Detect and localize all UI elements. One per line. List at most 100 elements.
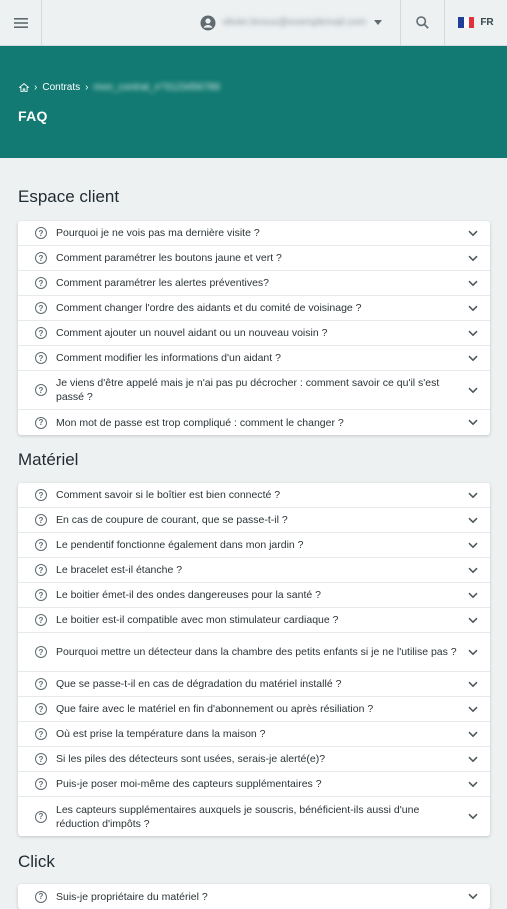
question-circle-icon: ? <box>35 302 47 314</box>
chevron-down-icon[interactable] <box>468 330 478 337</box>
chevron-down-icon <box>374 20 382 25</box>
faq-question: Puis-je poser moi-même des capteurs supp… <box>56 778 322 790</box>
chevron-down-icon[interactable] <box>468 617 478 624</box>
faq-item[interactable]: ? Si les piles des détecteurs sont usées,… <box>18 747 490 772</box>
faq-item[interactable]: ? Je viens d'être appelé mais je n'ai pas… <box>18 371 490 410</box>
chevron-down-icon[interactable] <box>468 492 478 499</box>
chevron-down-icon[interactable] <box>468 706 478 713</box>
faq-question: Les capteurs supplémentaires auxquels je… <box>56 803 420 830</box>
menu-button[interactable] <box>0 0 42 45</box>
question-circle-icon: ? <box>35 614 47 626</box>
chevron-down-icon[interactable] <box>468 813 478 820</box>
faq-item[interactable]: ? Le boitier est-il compatible avec mon s… <box>18 608 490 633</box>
faq-item[interactable]: ? Le pendentif fonctionne également dans … <box>18 533 490 558</box>
section-title: Matériel <box>18 450 79 469</box>
chevron-down-icon[interactable] <box>468 280 478 287</box>
france-flag-icon <box>458 17 475 28</box>
chevron-down-icon[interactable] <box>468 255 478 262</box>
page-title: FAQ <box>18 108 48 124</box>
chevron-down-icon[interactable] <box>468 230 478 237</box>
home-icon[interactable] <box>19 83 29 92</box>
chevron-down-icon[interactable] <box>468 731 478 738</box>
chevron-down-icon[interactable] <box>468 305 478 312</box>
chevron-down-icon[interactable] <box>468 592 478 599</box>
question-circle-icon: ? <box>35 753 47 765</box>
chevron-down-icon[interactable] <box>468 781 478 788</box>
faq-question: Le boitier émet-il des ondes dangereuses… <box>56 589 322 601</box>
faq-item[interactable]: ? Comment paramétrer les boutons jaune et… <box>18 246 490 271</box>
page-header: › Contrats › mon_contrat_n°0123456789 FA… <box>0 46 507 158</box>
question-circle-icon: ? <box>35 810 47 823</box>
chevron-down-icon[interactable] <box>468 756 478 763</box>
faq-list: ? Suis-je propriétaire du matériel ? <box>18 884 490 909</box>
account-email: olivier.leroux@exemplemail.com <box>222 17 366 28</box>
question-circle-icon: ? <box>35 778 47 790</box>
faq-question: Pourquoi mettre un détecteur dans la cha… <box>56 646 457 658</box>
question-circle-icon: ? <box>35 489 47 501</box>
faq-item[interactable]: ? Puis-je poser moi-même des capteurs sup… <box>18 772 490 797</box>
faq-question: Comment modifier les informations d'un a… <box>56 352 281 364</box>
faq-item[interactable]: ? Les capteurs supplémentaires auxquels j… <box>18 797 490 836</box>
section-title: Espace client <box>18 187 120 206</box>
breadcrumb-contracts[interactable]: Contrats <box>42 82 80 93</box>
question-circle-icon: ? <box>35 384 47 396</box>
hamburger-icon <box>13 17 28 28</box>
chevron-down-icon[interactable] <box>468 649 478 656</box>
faq-item[interactable]: ? Le bracelet est-il étanche ? <box>18 558 490 583</box>
chevron-down-icon[interactable] <box>468 681 478 688</box>
faq-list: ? Pourquoi je ne vois pas ma dernière vis… <box>18 221 490 435</box>
faq-question: Le boitier est-il compatible avec mon st… <box>56 614 339 626</box>
faq-item[interactable]: ? En cas de coupure de courant, que se pa… <box>18 508 490 533</box>
question-circle-icon: ? <box>35 890 47 903</box>
question-circle-icon: ? <box>35 227 47 239</box>
faq-item[interactable]: ? Mon mot de passe est trop compliqué : c… <box>18 410 490 435</box>
faq-list: ? Comment savoir si le boîtier est bien c… <box>18 483 490 836</box>
faq-question: Pourquoi je ne vois pas ma dernière visi… <box>56 227 260 239</box>
question-circle-icon: ? <box>35 589 47 601</box>
faq-question: Comment savoir si le boîtier est bien co… <box>56 489 281 501</box>
question-circle-icon: ? <box>35 539 47 551</box>
faq-question: Je viens d'être appelé mais je n'ai pas … <box>56 377 440 403</box>
top-bar: olivier.leroux@exemplemail.com FR <box>0 0 507 46</box>
account-menu[interactable]: olivier.leroux@exemplemail.com <box>190 0 401 45</box>
question-circle-icon: ? <box>35 646 47 658</box>
breadcrumb: › Contrats › mon_contrat_n°0123456789 <box>19 82 220 93</box>
faq-item[interactable]: ? Le boitier émet-il des ondes dangereuse… <box>18 583 490 608</box>
search-icon <box>416 16 429 29</box>
question-circle-icon: ? <box>35 728 47 740</box>
language-selector[interactable]: FR <box>445 0 507 45</box>
faq-question: Comment ajouter un nouvel aidant ou un n… <box>56 327 328 339</box>
chevron-down-icon[interactable] <box>468 893 478 900</box>
faq-item[interactable]: ? Comment ajouter un nouvel aidant ou un … <box>18 321 490 346</box>
question-circle-icon: ? <box>35 514 47 526</box>
faq-item[interactable]: ? Comment paramétrer les alertes préventi… <box>18 271 490 296</box>
faq-item[interactable]: ? Que faire avec le matériel en fin d'abo… <box>18 697 490 722</box>
chevron-down-icon[interactable] <box>468 387 478 394</box>
faq-question: Suis-je propriétaire du matériel ? <box>56 890 208 903</box>
faq-question: Le bracelet est-il étanche ? <box>56 564 183 576</box>
faq-item[interactable]: ? Comment savoir si le boîtier est bien c… <box>18 483 490 508</box>
faq-item[interactable]: ? Pourquoi je ne vois pas ma dernière vis… <box>18 221 490 246</box>
chevron-down-icon[interactable] <box>468 542 478 549</box>
faq-question: Comment paramétrer les alertes préventiv… <box>56 277 270 289</box>
faq-question: Que se passe-t-il en cas de dégradation … <box>56 678 342 690</box>
breadcrumb-contract[interactable]: mon_contrat_n°0123456789 <box>93 82 219 93</box>
search-button[interactable] <box>401 0 445 45</box>
faq-item[interactable]: ? Comment changer l'ordre des aidants et … <box>18 296 490 321</box>
language-label: FR <box>480 17 494 28</box>
faq-item[interactable]: ? Suis-je propriétaire du matériel ? <box>18 884 490 909</box>
chevron-down-icon[interactable] <box>468 517 478 524</box>
question-circle-icon: ? <box>35 352 47 364</box>
question-circle-icon: ? <box>35 327 47 339</box>
faq-item[interactable]: ? Où est prise la température dans la mai… <box>18 722 490 747</box>
question-circle-icon: ? <box>35 416 47 429</box>
chevron-down-icon[interactable] <box>468 355 478 362</box>
faq-item[interactable]: ? Pourquoi mettre un détecteur dans la ch… <box>18 633 490 672</box>
faq-item[interactable]: ? Comment modifier les informations d'un … <box>18 346 490 371</box>
faq-item[interactable]: ? Que se passe-t-il en cas de dégradation… <box>18 672 490 697</box>
chevron-down-icon[interactable] <box>468 419 478 426</box>
question-circle-icon: ? <box>35 703 47 715</box>
chevron-down-icon[interactable] <box>468 567 478 574</box>
faq-question: Le pendentif fonctionne également dans m… <box>56 539 304 551</box>
question-circle-icon: ? <box>35 678 47 690</box>
